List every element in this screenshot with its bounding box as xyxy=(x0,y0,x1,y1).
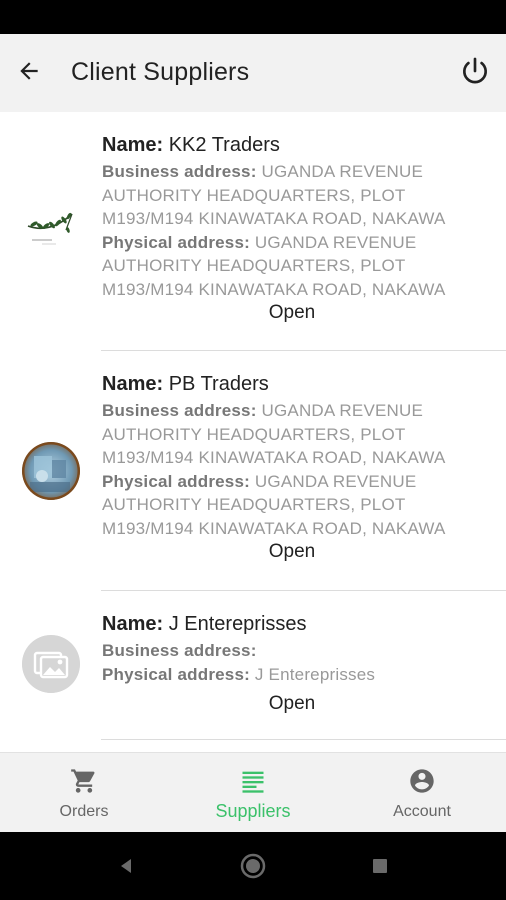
divider xyxy=(101,739,506,740)
physical-address-label: Physical address: xyxy=(102,664,250,684)
leaf-logo-icon xyxy=(27,212,73,245)
status-bar xyxy=(0,0,506,34)
physical-address-value: J Entereprisses xyxy=(254,664,376,684)
nav-suppliers[interactable]: Suppliers xyxy=(169,753,337,832)
open-button[interactable]: Open xyxy=(102,541,482,563)
physical-address-line: Physical address: UGANDA REVENUE AUTHORI… xyxy=(102,470,497,541)
power-icon xyxy=(463,57,487,84)
physical-address-label: Physical address: xyxy=(102,232,250,252)
square-recents-icon xyxy=(373,859,387,873)
nav-orders[interactable]: Orders xyxy=(0,753,168,832)
supplier-name: PB Traders xyxy=(168,373,269,395)
nav-label: Suppliers xyxy=(215,801,291,821)
circle-home-icon xyxy=(240,853,266,879)
logout-button[interactable] xyxy=(452,48,498,94)
app-screen: Client Suppliers Name: KK2 Traders Busin… xyxy=(0,34,506,832)
image-placeholder-icon xyxy=(22,635,80,693)
supplier-name: KK2 Traders xyxy=(168,134,280,156)
open-button[interactable]: Open xyxy=(102,302,482,324)
supplier-name-line: Name: PB Traders xyxy=(102,371,497,397)
system-recents-button[interactable] xyxy=(362,850,398,882)
supplier-card[interactable]: Name: J Entereprisses Business address: … xyxy=(0,591,506,740)
back-button[interactable] xyxy=(6,48,52,94)
business-address-label: Business address: xyxy=(102,641,257,660)
photo-avatar-icon xyxy=(22,442,80,500)
business-address-label: Business address: xyxy=(102,162,257,181)
physical-address-line: Physical address: UGANDA REVENUE AUTHORI… xyxy=(102,231,497,302)
nav-label: Orders xyxy=(59,803,109,820)
open-button[interactable]: Open xyxy=(102,693,482,715)
supplier-name: J Entereprisses xyxy=(168,613,307,635)
cart-icon xyxy=(71,769,95,793)
nav-account[interactable]: Account xyxy=(338,753,506,832)
supplier-info: Name: J Entereprisses Business address: … xyxy=(102,611,497,686)
system-back-button[interactable] xyxy=(108,850,144,882)
business-address-label: Business address: xyxy=(102,401,257,420)
supplier-photo[interactable] xyxy=(22,442,80,500)
list-icon xyxy=(242,771,264,793)
supplier-card[interactable]: Name: PB Traders Business address: UGAND… xyxy=(0,351,506,591)
arrow-left-icon xyxy=(20,62,38,80)
business-address-line: Business address: xyxy=(102,639,497,663)
supplier-list: Name: KK2 Traders Business address: UGAN… xyxy=(0,112,506,752)
system-home-button[interactable] xyxy=(235,850,271,882)
name-label: Name: xyxy=(102,613,164,635)
supplier-info: Name: KK2 Traders Business address: UGAN… xyxy=(102,132,497,301)
app-bar: Client Suppliers xyxy=(0,34,506,112)
supplier-card[interactable]: Name: KK2 Traders Business address: UGAN… xyxy=(0,112,506,351)
business-address-line: Business address: UGANDA REVENUE AUTHORI… xyxy=(102,399,497,470)
bottom-navigation: Orders Suppliers Account xyxy=(0,752,506,832)
page-title: Client Suppliers xyxy=(71,58,250,86)
supplier-placeholder-avatar[interactable] xyxy=(22,635,80,693)
name-label: Name: xyxy=(102,373,164,395)
supplier-info: Name: PB Traders Business address: UGAND… xyxy=(102,371,497,540)
name-label: Name: xyxy=(102,134,164,156)
system-navigation-bar xyxy=(0,832,506,900)
account-icon xyxy=(410,769,434,793)
business-address-line: Business address: UGANDA REVENUE AUTHORI… xyxy=(102,160,497,231)
physical-address-line: Physical address: J Entereprisses xyxy=(102,663,497,687)
supplier-name-line: Name: J Entereprisses xyxy=(102,611,497,637)
supplier-name-line: Name: KK2 Traders xyxy=(102,132,497,158)
nav-label: Account xyxy=(393,803,451,820)
triangle-back-icon xyxy=(121,859,131,873)
physical-address-label: Physical address: xyxy=(102,471,250,491)
supplier-logo[interactable] xyxy=(22,204,80,262)
